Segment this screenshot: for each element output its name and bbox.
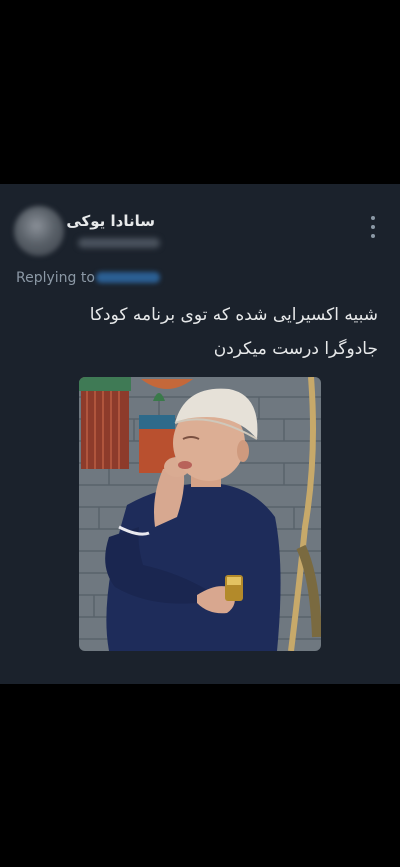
avatar[interactable] (14, 206, 64, 256)
tweet-text-line-1: شبیه اکسیرایی شده که توی برنامه کودکا (89, 305, 378, 325)
replying-label: Replying to (16, 270, 95, 286)
more-dot (371, 216, 375, 220)
tweet-text-line-2: جادوگرا درست میکردن (213, 339, 378, 359)
more-vertical-icon[interactable] (366, 216, 380, 238)
reply-handle-redacted[interactable] (96, 272, 160, 283)
screen: سانادا یوکی Replying to شبیه اکسیرایی شد… (0, 0, 400, 867)
photo-illustration (79, 377, 321, 651)
more-dot (371, 225, 375, 229)
handle-redacted (78, 238, 160, 248)
more-dot (371, 234, 375, 238)
display-name[interactable]: سانادا یوکی (66, 212, 155, 230)
tweet-text: شبیه اکسیرایی شده که توی برنامه کودکا جا… (18, 298, 378, 366)
tweet-media-photo[interactable] (79, 377, 321, 651)
